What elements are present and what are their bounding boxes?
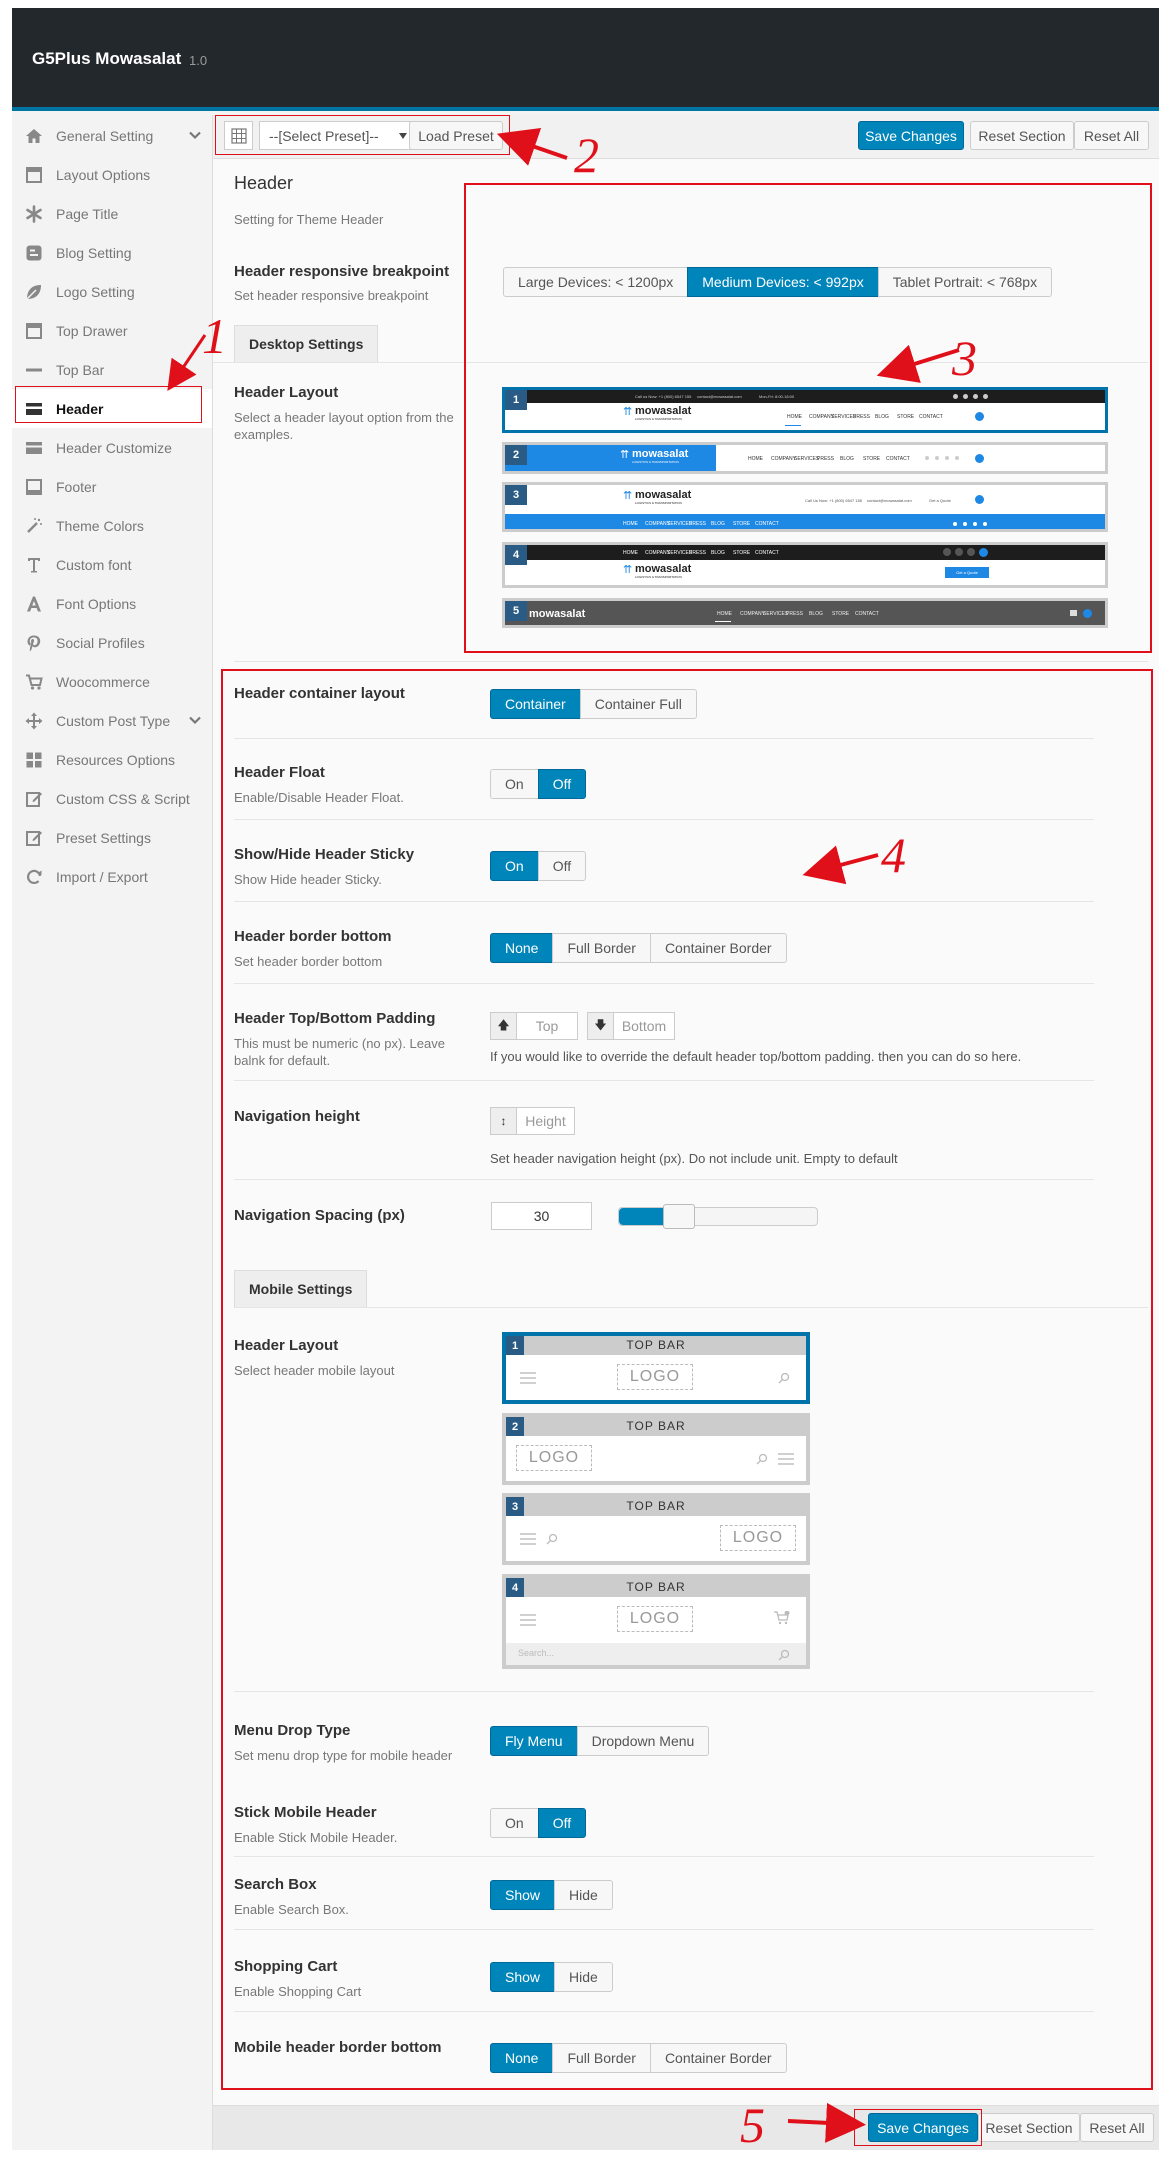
app-window: G5Plus Mowasalat 1.0 General Setting Layo…: [12, 8, 1159, 2150]
annotation-arrow-5: [787, 2102, 866, 2143]
annotation-arrow-4: [802, 845, 879, 885]
annotation-arrows: [167, 127, 960, 2143]
annotation-arrow-3: [876, 344, 960, 383]
annotation-arrow-1: [167, 334, 207, 391]
annotation-arrow-2: [496, 127, 568, 166]
